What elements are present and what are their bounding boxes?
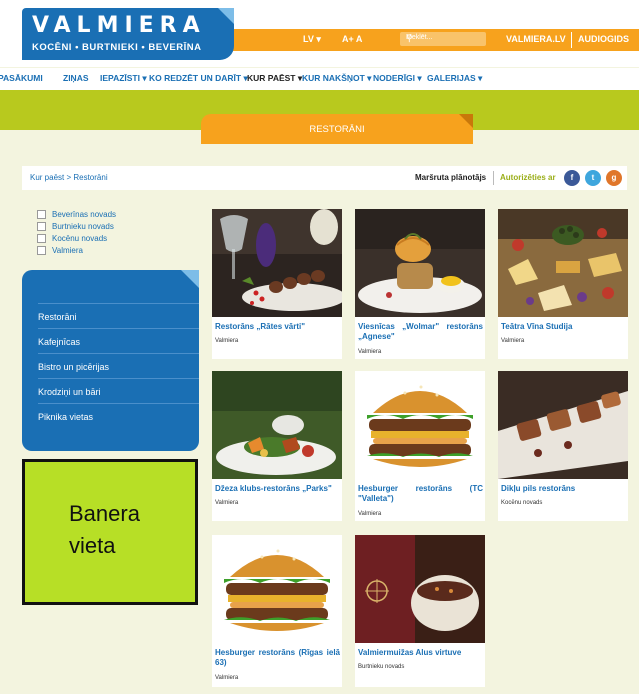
card-title[interactable]: Teātra Vīna Studija: [501, 322, 626, 332]
menu-divider: [38, 403, 199, 404]
restaurant-card[interactable]: Džeza klubs-restorāns „Parks" Valmiera: [212, 371, 342, 521]
facebook-icon[interactable]: f: [564, 170, 580, 186]
filter-label: Burtnieku novads: [52, 222, 114, 231]
card-location: Valmiera: [215, 338, 239, 344]
menu-item-kafejnicas[interactable]: Kafejnīcas: [38, 337, 80, 347]
login-label: Autorizēties ar: [500, 173, 556, 182]
breadcrumb[interactable]: Kur paēst > Restorāni: [30, 173, 108, 182]
menu-item-piknika[interactable]: Piknika vietas: [38, 412, 93, 422]
main-nav: PASĀKUMI ZIŅAS IEPAZĪSTI ▾ KO REDZĒT UN …: [0, 68, 639, 90]
breadcrumb-bar: Kur paēst > Restorāni Maršruta plānotājs…: [22, 166, 627, 190]
logo-corner-fold: [218, 8, 234, 24]
card-title[interactable]: Viesnīcas „Wolmar" restorāns „Agnese": [358, 322, 483, 342]
nav-item-kur-paest[interactable]: KUR PAĒST ▾: [247, 73, 302, 84]
checkbox[interactable]: [37, 210, 46, 220]
nav-item-zinas[interactable]: ZIŅAS: [63, 73, 89, 83]
filter-kocenu[interactable]: Kocēnu novads: [37, 234, 108, 244]
logo-title: VALMIERA: [32, 13, 206, 38]
restaurant-card[interactable]: Teātra Vīna Studija Valmiera: [498, 209, 628, 359]
card-location: Valmiera: [215, 675, 239, 681]
restaurant-card[interactable]: Valmiermuižas Alus virtuve Burtnieku nov…: [355, 535, 485, 687]
nav-item-ko-redzet[interactable]: KO REDZĒT UN DARĪT ▾: [149, 73, 248, 84]
banner-placeholder[interactable]: Banera vieta: [22, 459, 198, 605]
restaurant-card[interactable]: Dikļu pils restorāns Kocēnu novads: [498, 371, 628, 521]
menu-item-krodzini[interactable]: Krodziņi un bāri: [38, 387, 101, 397]
route-planner-link[interactable]: Maršruta plānotājs: [415, 173, 486, 182]
nav-item-iepazisti[interactable]: IEPAZĪSTI ▾: [100, 73, 147, 84]
search-box[interactable]: Meklēt... ⚲: [400, 32, 486, 46]
category-menu: Restorāni Kafejnīcas Bistro un picērijas…: [22, 270, 199, 451]
menu-item-restorani[interactable]: Restorāni: [38, 312, 77, 322]
divider: [493, 171, 494, 185]
card-location: Burtnieku novads: [358, 664, 405, 670]
restaurant-photo[interactable]: [355, 535, 485, 643]
filter-valmiera[interactable]: Valmiera: [37, 246, 83, 256]
language-selector[interactable]: LV ▾: [303, 34, 321, 45]
restaurant-photo[interactable]: [355, 371, 485, 479]
header-divider: [571, 32, 572, 48]
card-title[interactable]: Hesburger restorāns (TC "Valleta"): [358, 484, 483, 504]
site-logo[interactable]: VALMIERA KOCĒNI • BURTNIEKI • BEVERĪNA: [22, 8, 234, 60]
section-title: RESTORĀNI: [309, 124, 365, 135]
nav-item-noderigi[interactable]: NODERĪGI ▾: [373, 73, 422, 84]
language-label: LV: [303, 34, 314, 44]
restaurant-photo[interactable]: [212, 209, 342, 317]
menu-divider: [38, 303, 199, 304]
card-title[interactable]: Hesburger restorāns (Rīgas ielā 63): [215, 648, 340, 668]
valmiera-link[interactable]: VALMIERA.LV: [506, 34, 566, 44]
audiogids-link[interactable]: AUDIOGIDS: [578, 34, 629, 44]
filter-label: Valmiera: [52, 246, 83, 255]
nav-item-pasakumi[interactable]: PASĀKUMI: [0, 73, 43, 83]
restaurant-photo[interactable]: [212, 535, 342, 643]
nav-item-kur-naksnot[interactable]: KUR NAKŠŅOT ▾: [302, 73, 371, 84]
tab-corner-fold: [459, 114, 473, 128]
menu-divider: [38, 353, 199, 354]
chevron-down-icon: ▾: [316, 34, 321, 44]
filter-label: Beverīnas novads: [52, 210, 117, 219]
checkbox[interactable]: [37, 246, 46, 256]
card-title[interactable]: Restorāns „Rātes vārti": [215, 322, 340, 332]
card-location: Kocēnu novads: [501, 500, 543, 506]
menu-divider: [38, 328, 199, 329]
card-location: Valmiera: [358, 511, 382, 517]
card-location: Valmiera: [501, 338, 525, 344]
twitter-icon[interactable]: t: [585, 170, 601, 186]
filter-beverinas[interactable]: Beverīnas novads: [37, 210, 117, 220]
search-icon[interactable]: ⚲: [406, 33, 481, 44]
restaurant-card[interactable]: Hesburger restorāns (Rīgas ielā 63) Valm…: [212, 535, 342, 687]
checkbox[interactable]: [37, 222, 46, 232]
restaurant-card[interactable]: Viesnīcas „Wolmar" restorāns „Agnese" Va…: [355, 209, 485, 359]
filter-label: Kocēnu novads: [52, 234, 108, 243]
card-location: Valmiera: [215, 500, 239, 506]
menu-divider: [38, 378, 199, 379]
restaurant-photo[interactable]: [212, 371, 342, 479]
card-title[interactable]: Džeza klubs-restorāns „Parks": [215, 484, 340, 494]
nav-item-galerijas[interactable]: GALERIJAS ▾: [427, 73, 482, 84]
restaurant-photo[interactable]: [355, 209, 485, 317]
card-title[interactable]: Valmiermuižas Alus virtuve: [358, 648, 483, 658]
section-tab: RESTORĀNI: [201, 114, 473, 144]
restaurant-card[interactable]: Hesburger restorāns (TC "Valleta") Valmi…: [355, 371, 485, 521]
checkbox[interactable]: [37, 234, 46, 244]
menu-item-bistro[interactable]: Bistro un picērijas: [38, 362, 109, 372]
menu-corner-fold: [181, 270, 199, 288]
restaurant-photo[interactable]: [498, 371, 628, 479]
restaurant-card[interactable]: Restorāns „Rātes vārti" Valmiera: [212, 209, 342, 359]
banner-text: Banera vieta: [69, 501, 140, 558]
font-size-toggle[interactable]: A+ A: [342, 34, 362, 44]
restaurant-photo[interactable]: [498, 209, 628, 317]
google-icon[interactable]: g: [606, 170, 622, 186]
logo-subtitle: KOCĒNI • BURTNIEKI • BEVERĪNA: [32, 42, 202, 53]
card-title[interactable]: Dikļu pils restorāns: [501, 484, 626, 494]
card-location: Valmiera: [358, 349, 382, 355]
filter-burtnieku[interactable]: Burtnieku novads: [37, 222, 114, 232]
